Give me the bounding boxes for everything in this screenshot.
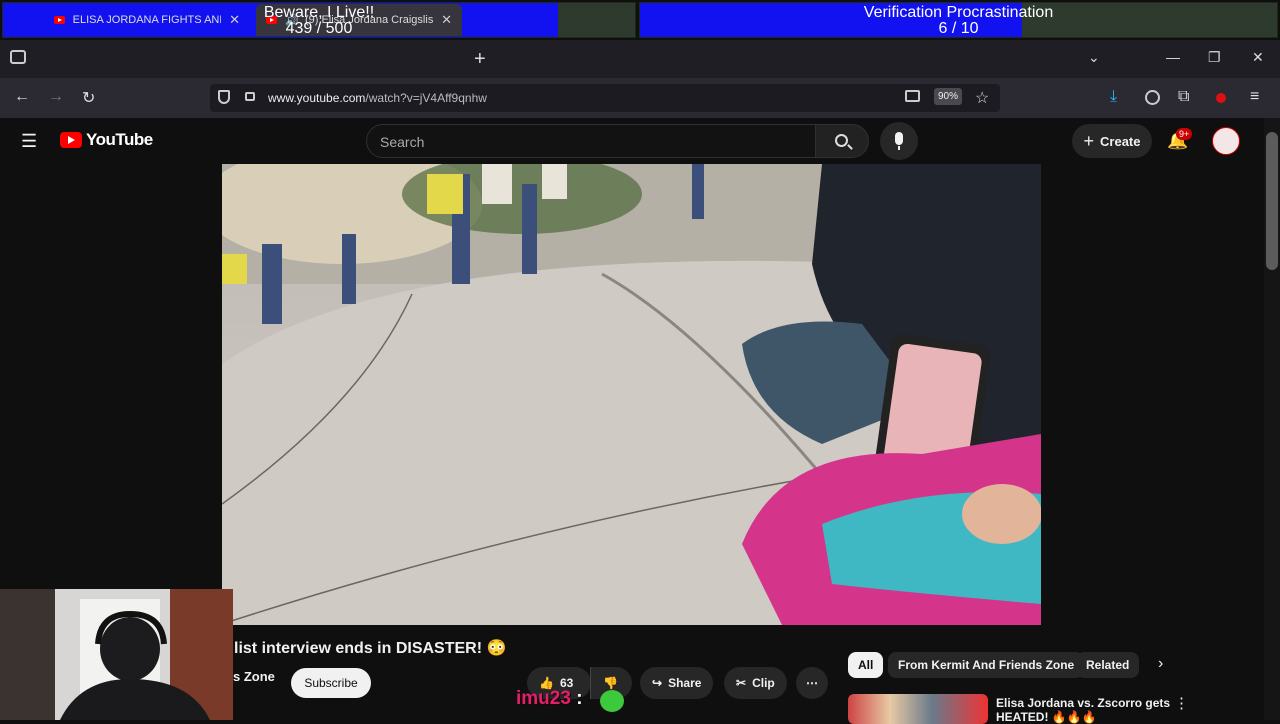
extensions-icon[interactable]: ⧉ xyxy=(1178,88,1189,106)
chat-separator: : xyxy=(576,688,583,709)
youtube-logo-text: YouTube xyxy=(86,130,153,149)
video-title: list interview ends in DISASTER! 😳 xyxy=(234,640,507,657)
create-label: Create xyxy=(1100,133,1141,149)
plus-icon: + xyxy=(1083,130,1095,151)
microphone-icon xyxy=(895,132,903,145)
goal-bar-1-text: Beware, I Live!! 439 / 500 xyxy=(3,5,635,37)
video-frame xyxy=(222,164,1041,625)
more-vertical-icon[interactable]: ⋮ xyxy=(1174,694,1189,712)
bookmark-star-icon[interactable]: ☆ xyxy=(975,88,989,108)
notifications-badge: 9+ xyxy=(1176,128,1193,140)
youtube-play-icon xyxy=(60,132,82,148)
webcam-overlay xyxy=(0,589,233,720)
account-icon[interactable] xyxy=(1145,90,1160,105)
hamburger-menu-icon[interactable]: ☰ xyxy=(21,131,37,152)
goal-bar-1-title: Beware, I Live!! xyxy=(263,4,375,21)
clip-button[interactable]: ✂ Clip xyxy=(724,667,787,699)
scissors-icon: ✂ xyxy=(736,676,747,690)
youtube-logo[interactable]: YouTube xyxy=(60,130,153,150)
chat-username-text: imu23 xyxy=(516,688,571,709)
chevron-right-icon[interactable]: › xyxy=(1158,655,1163,673)
goal-bar-2-text: Verification Procrastination 6 / 10 xyxy=(640,5,1277,37)
zoom-level[interactable]: 90% xyxy=(934,88,963,105)
url-bar[interactable]: www.youtube.com/watch?v=jV4Aff9qnhw xyxy=(210,84,1000,112)
chip-all[interactable]: All xyxy=(848,652,884,678)
tab-dropdown-icon[interactable]: ⌄ xyxy=(1088,49,1100,66)
chat-username: imu23 : xyxy=(516,688,583,710)
shield-icon[interactable] xyxy=(218,90,230,104)
search-button[interactable] xyxy=(815,124,869,158)
url-host: www.youtube.com xyxy=(268,91,366,105)
close-window-icon[interactable]: ✕ xyxy=(1252,49,1264,66)
chip-related[interactable]: Related xyxy=(1076,652,1140,678)
subscribe-button[interactable]: Subscribe xyxy=(291,668,371,698)
more-horizontal-icon: ⋯ xyxy=(806,676,818,690)
search-icon-handle xyxy=(847,144,853,150)
restore-icon[interactable]: ❐ xyxy=(1208,49,1221,66)
download-icon[interactable]: ⤓ xyxy=(1110,88,1117,106)
picture-in-picture-icon[interactable] xyxy=(905,90,920,102)
new-tab-button[interactable]: + xyxy=(474,48,486,71)
more-actions-button[interactable]: ⋯ xyxy=(796,667,828,699)
search-placeholder: Search xyxy=(380,134,425,150)
goal-bar-2-title: Verification Procrastination xyxy=(863,4,1054,21)
avatar[interactable] xyxy=(1212,127,1240,155)
forward-icon[interactable]: → xyxy=(48,88,64,106)
search-input[interactable]: Search xyxy=(366,124,816,158)
scrollbar-thumb[interactable] xyxy=(1266,132,1278,270)
share-label: Share xyxy=(668,676,702,690)
goal-bar-1-progress: 439 / 500 xyxy=(285,20,353,37)
voice-search-button[interactable] xyxy=(880,122,918,160)
url-text[interactable]: www.youtube.com/watch?v=jV4Aff9qnhw xyxy=(268,91,487,105)
goal-bar-1: Beware, I Live!! 439 / 500 xyxy=(2,2,636,38)
share-button[interactable]: ↪ Share xyxy=(640,667,714,699)
menu-icon[interactable]: ≡ xyxy=(1250,88,1259,106)
goal-bar-2: Verification Procrastination 6 / 10 xyxy=(639,2,1278,38)
microphone-stand xyxy=(898,146,900,150)
minimize-icon[interactable]: — xyxy=(1166,49,1180,65)
video-player[interactable] xyxy=(222,164,1041,625)
back-icon[interactable]: ← xyxy=(14,88,30,106)
lock-icon[interactable] xyxy=(245,92,255,101)
goal-bar-2-progress: 6 / 10 xyxy=(938,20,979,37)
extension-red-icon[interactable] xyxy=(1216,93,1226,103)
create-button[interactable]: + Create xyxy=(1072,124,1152,158)
channel-name[interactable]: s Zone xyxy=(233,669,275,684)
webcam-frame xyxy=(0,589,233,720)
tab-list-icon[interactable] xyxy=(10,50,26,64)
frog-emote-icon xyxy=(600,690,624,712)
chip-from-channel[interactable]: From Kermit And Friends Zone xyxy=(888,652,1085,678)
reload-icon[interactable]: ↻ xyxy=(82,88,95,108)
url-path: /watch?v=jV4Aff9qnhw xyxy=(365,91,487,105)
share-icon: ↪ xyxy=(652,676,663,690)
clip-label: Clip xyxy=(752,676,775,690)
thumbs-down-icon: 👎 xyxy=(603,676,618,690)
